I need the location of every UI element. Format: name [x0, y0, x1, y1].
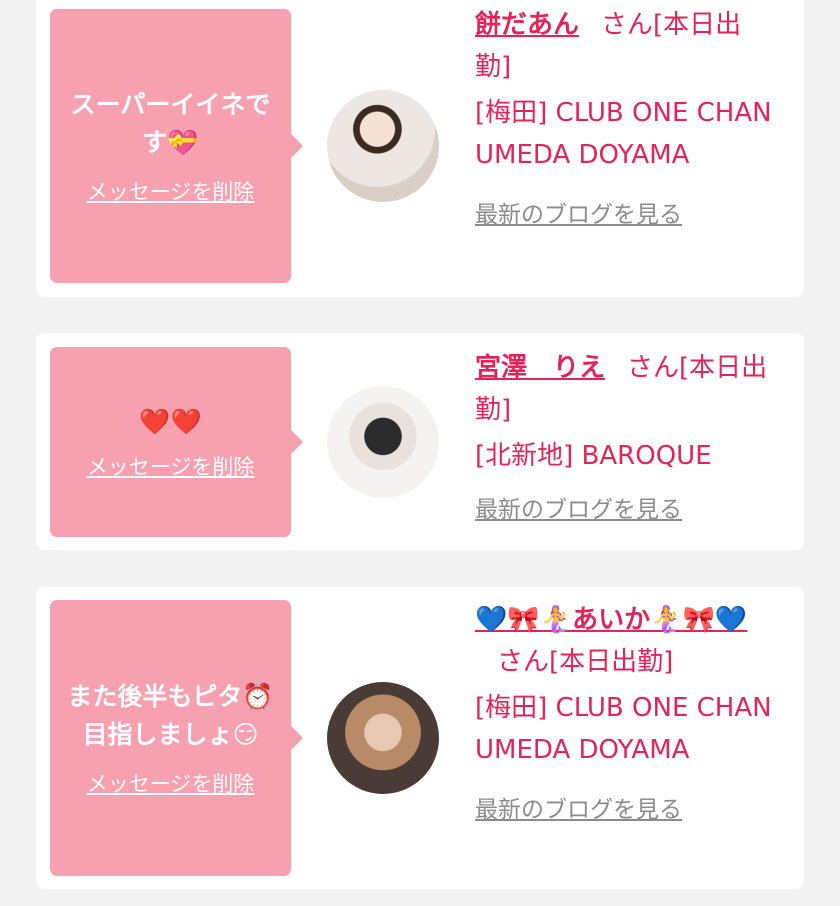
shop-name: [梅田] CLUB ONE CHAN UMEDA DOYAMA	[475, 693, 772, 765]
cast-info: 💙🎀🧜‍♀️あいか🧜‍♀️🎀💙 さん[本日出勤] [梅田] CLUB ONE CH…	[475, 599, 775, 831]
cast-name-link[interactable]: 餅だあん	[475, 10, 579, 40]
delete-message-link[interactable]: メッセージを削除	[87, 768, 255, 798]
avatar[interactable]	[327, 386, 439, 498]
message-text: ❤️❤️	[139, 407, 202, 436]
message-bubble: スーパーイイネで す💝 メッセージを削除	[50, 9, 303, 283]
cast-status: さん[本日出勤]	[497, 647, 674, 677]
avatar[interactable]	[327, 682, 439, 794]
cast-info: 宮澤 りえ さん[本日出勤] [北新地] BAROQUE 最新のブログを見る	[475, 347, 775, 531]
delete-message-link[interactable]: メッセージを削除	[87, 176, 255, 206]
shop-name: [北新地] BAROQUE	[475, 441, 712, 471]
latest-blog-link[interactable]: 最新のブログを見る	[475, 489, 682, 531]
delete-message-link[interactable]: メッセージを削除	[87, 451, 255, 481]
latest-blog-link[interactable]: 最新のブログを見る	[475, 194, 682, 236]
cast-name-link[interactable]: 宮澤 りえ	[475, 353, 605, 383]
avatar[interactable]	[327, 90, 439, 202]
shop-name: [梅田] CLUB ONE CHAN UMEDA DOYAMA	[475, 98, 772, 170]
message-text: また後半もピタ⏰ 目指しましょ😏	[67, 682, 274, 749]
message-card: スーパーイイネで す💝 メッセージを削除 餅だあん さん[本日出勤] [梅田] C…	[36, 0, 804, 297]
message-card: ❤️❤️ メッセージを削除 宮澤 りえ さん[本日出勤] [北新地] BAROQU…	[36, 333, 804, 550]
cast-info: 餅だあん さん[本日出勤] [梅田] CLUB ONE CHAN UMEDA DO…	[475, 4, 775, 236]
cast-name-link[interactable]: 💙🎀🧜‍♀️あいか🧜‍♀️🎀💙	[475, 605, 747, 635]
message-bubble: ❤️❤️ メッセージを削除	[50, 347, 303, 537]
message-bubble: また後半もピタ⏰ 目指しましょ😏 メッセージを削除	[50, 600, 303, 876]
latest-blog-link[interactable]: 最新のブログを見る	[475, 789, 682, 831]
message-text: スーパーイイネで す💝	[70, 90, 271, 157]
message-card: また後半もピタ⏰ 目指しましょ😏 メッセージを削除 💙🎀🧜‍♀️あいか🧜‍♀️🎀…	[36, 587, 804, 889]
